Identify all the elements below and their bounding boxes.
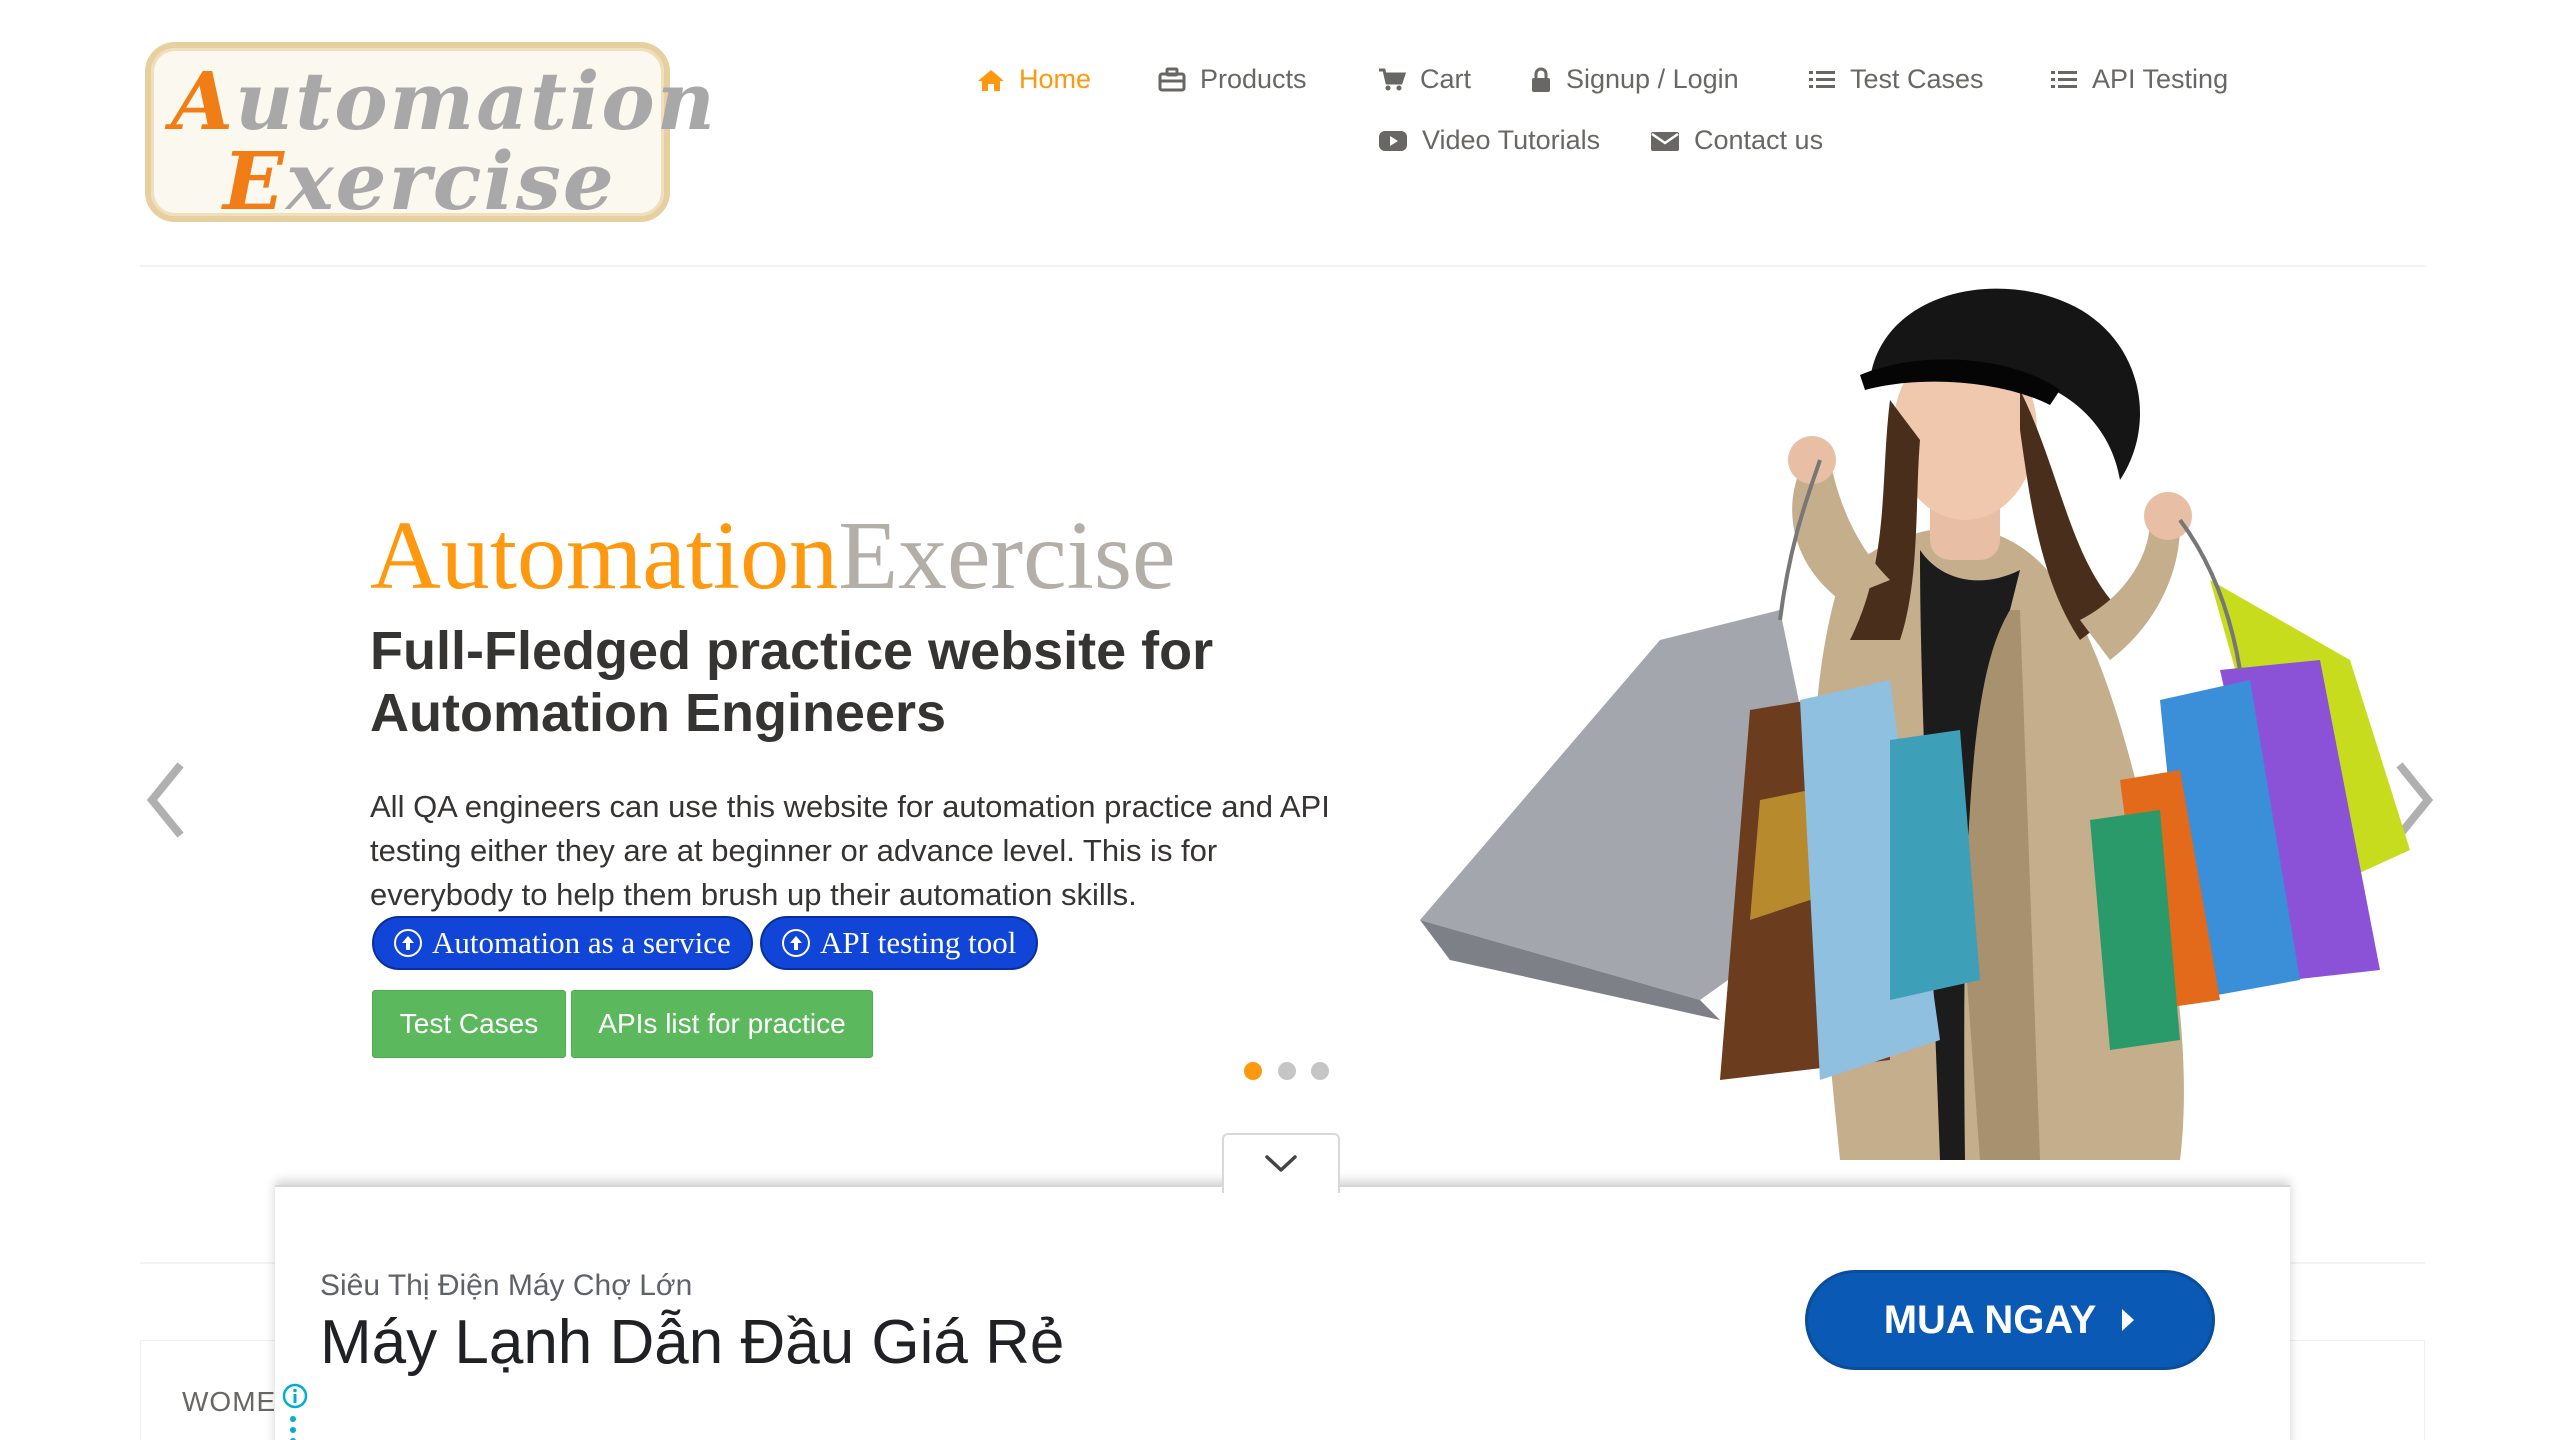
arrow-circle-up-icon xyxy=(782,929,810,957)
nav-video-tutorials-label: Video Tutorials xyxy=(1422,125,1601,155)
hero-brand-exercise: Exercise xyxy=(838,502,1176,610)
ad-cta-label: MUA NGAY xyxy=(1883,1297,2097,1342)
nav-contact-us-label: Contact us xyxy=(1694,125,1824,155)
ad-info-icon[interactable] xyxy=(282,1383,308,1409)
test-cases-button[interactable]: Test Cases xyxy=(372,990,566,1058)
envelope-icon xyxy=(1651,131,1679,151)
nav-home-label: Home xyxy=(1019,64,1092,94)
youtube-play-icon xyxy=(1379,130,1407,151)
nav-signup-login-label: Signup / Login xyxy=(1566,64,1739,94)
hero-brand: AutomationExercise xyxy=(370,500,1176,612)
api-testing-tool-button[interactable]: API testing tool xyxy=(760,916,1039,970)
home-icon xyxy=(978,69,1004,91)
list-icon xyxy=(1809,70,1835,88)
automation-service-label: Automation as a service xyxy=(432,925,731,960)
nav-products[interactable]: Products xyxy=(1158,64,1307,95)
nav-test-cases[interactable]: Test Cases xyxy=(1808,64,1984,95)
slider-prev-button[interactable] xyxy=(140,760,190,840)
ad-advertiser: Siêu Thị Điện Máy Chợ Lớn xyxy=(320,1269,693,1302)
slider-dot-2[interactable] xyxy=(1278,1062,1296,1080)
nav-signup-login[interactable]: Signup / Login xyxy=(1530,64,1739,95)
nav-video-tutorials[interactable]: Video Tutorials xyxy=(1378,125,1600,156)
slider-dot-1[interactable] xyxy=(1244,1062,1262,1080)
apis-list-button[interactable]: APIs list for practice xyxy=(571,990,873,1058)
lock-icon xyxy=(1532,67,1550,92)
api-testing-tool-label: API testing tool xyxy=(820,925,1017,960)
cart-icon xyxy=(1379,68,1406,90)
list-icon xyxy=(2051,70,2077,88)
nav-api-testing[interactable]: API Testing xyxy=(2050,64,2228,95)
nav-test-cases-label: Test Cases xyxy=(1850,64,1984,94)
chevron-left-icon xyxy=(146,762,184,838)
hero-right-hand xyxy=(2144,492,2192,540)
site-logo[interactable]: Automation Exercise xyxy=(145,42,715,228)
hero-woman-shopping-image xyxy=(1420,288,2410,1160)
hero-title: Full-Fledged practice website for Automa… xyxy=(370,621,1214,743)
nav-products-label: Products xyxy=(1200,64,1307,94)
ad-headline[interactable]: Máy Lạnh Dẫn Đầu Giá Rẻ xyxy=(320,1307,1064,1378)
play-arrow-icon xyxy=(2122,1309,2135,1331)
ad-banner[interactable]: Siêu Thị Điện Máy Chợ Lớn Máy Lạnh Dẫn Đ… xyxy=(275,1185,2290,1440)
logo-line-2: Exercise xyxy=(223,134,616,228)
nav-cart-label: Cart xyxy=(1420,64,1472,94)
header-divider xyxy=(140,265,2425,267)
category-women-label[interactable]: WOME xyxy=(182,1386,276,1418)
arrow-circle-up-icon xyxy=(394,929,422,957)
ad-menu-icon[interactable] xyxy=(289,1415,297,1440)
hero-left-hand xyxy=(1788,436,1836,484)
ad-collapse-button[interactable] xyxy=(1222,1133,1340,1193)
briefcase-icon xyxy=(1158,67,1186,91)
hero-brand-automation: Automation xyxy=(370,502,839,610)
nav-contact-us[interactable]: Contact us xyxy=(1650,125,1823,156)
slider-dot-3[interactable] xyxy=(1311,1062,1329,1080)
nav-cart[interactable]: Cart xyxy=(1378,64,1471,95)
chevron-down-icon xyxy=(1265,1155,1297,1172)
nav-api-testing-label: API Testing xyxy=(2092,64,2229,94)
ad-cta-button[interactable]: MUA NGAY xyxy=(1805,1270,2215,1370)
hero-description: All QA engineers can use this website fo… xyxy=(370,789,1330,912)
nav-home[interactable]: Home xyxy=(977,64,1091,95)
content-panel xyxy=(2280,1340,2425,1440)
automation-service-button[interactable]: Automation as a service xyxy=(372,916,753,970)
